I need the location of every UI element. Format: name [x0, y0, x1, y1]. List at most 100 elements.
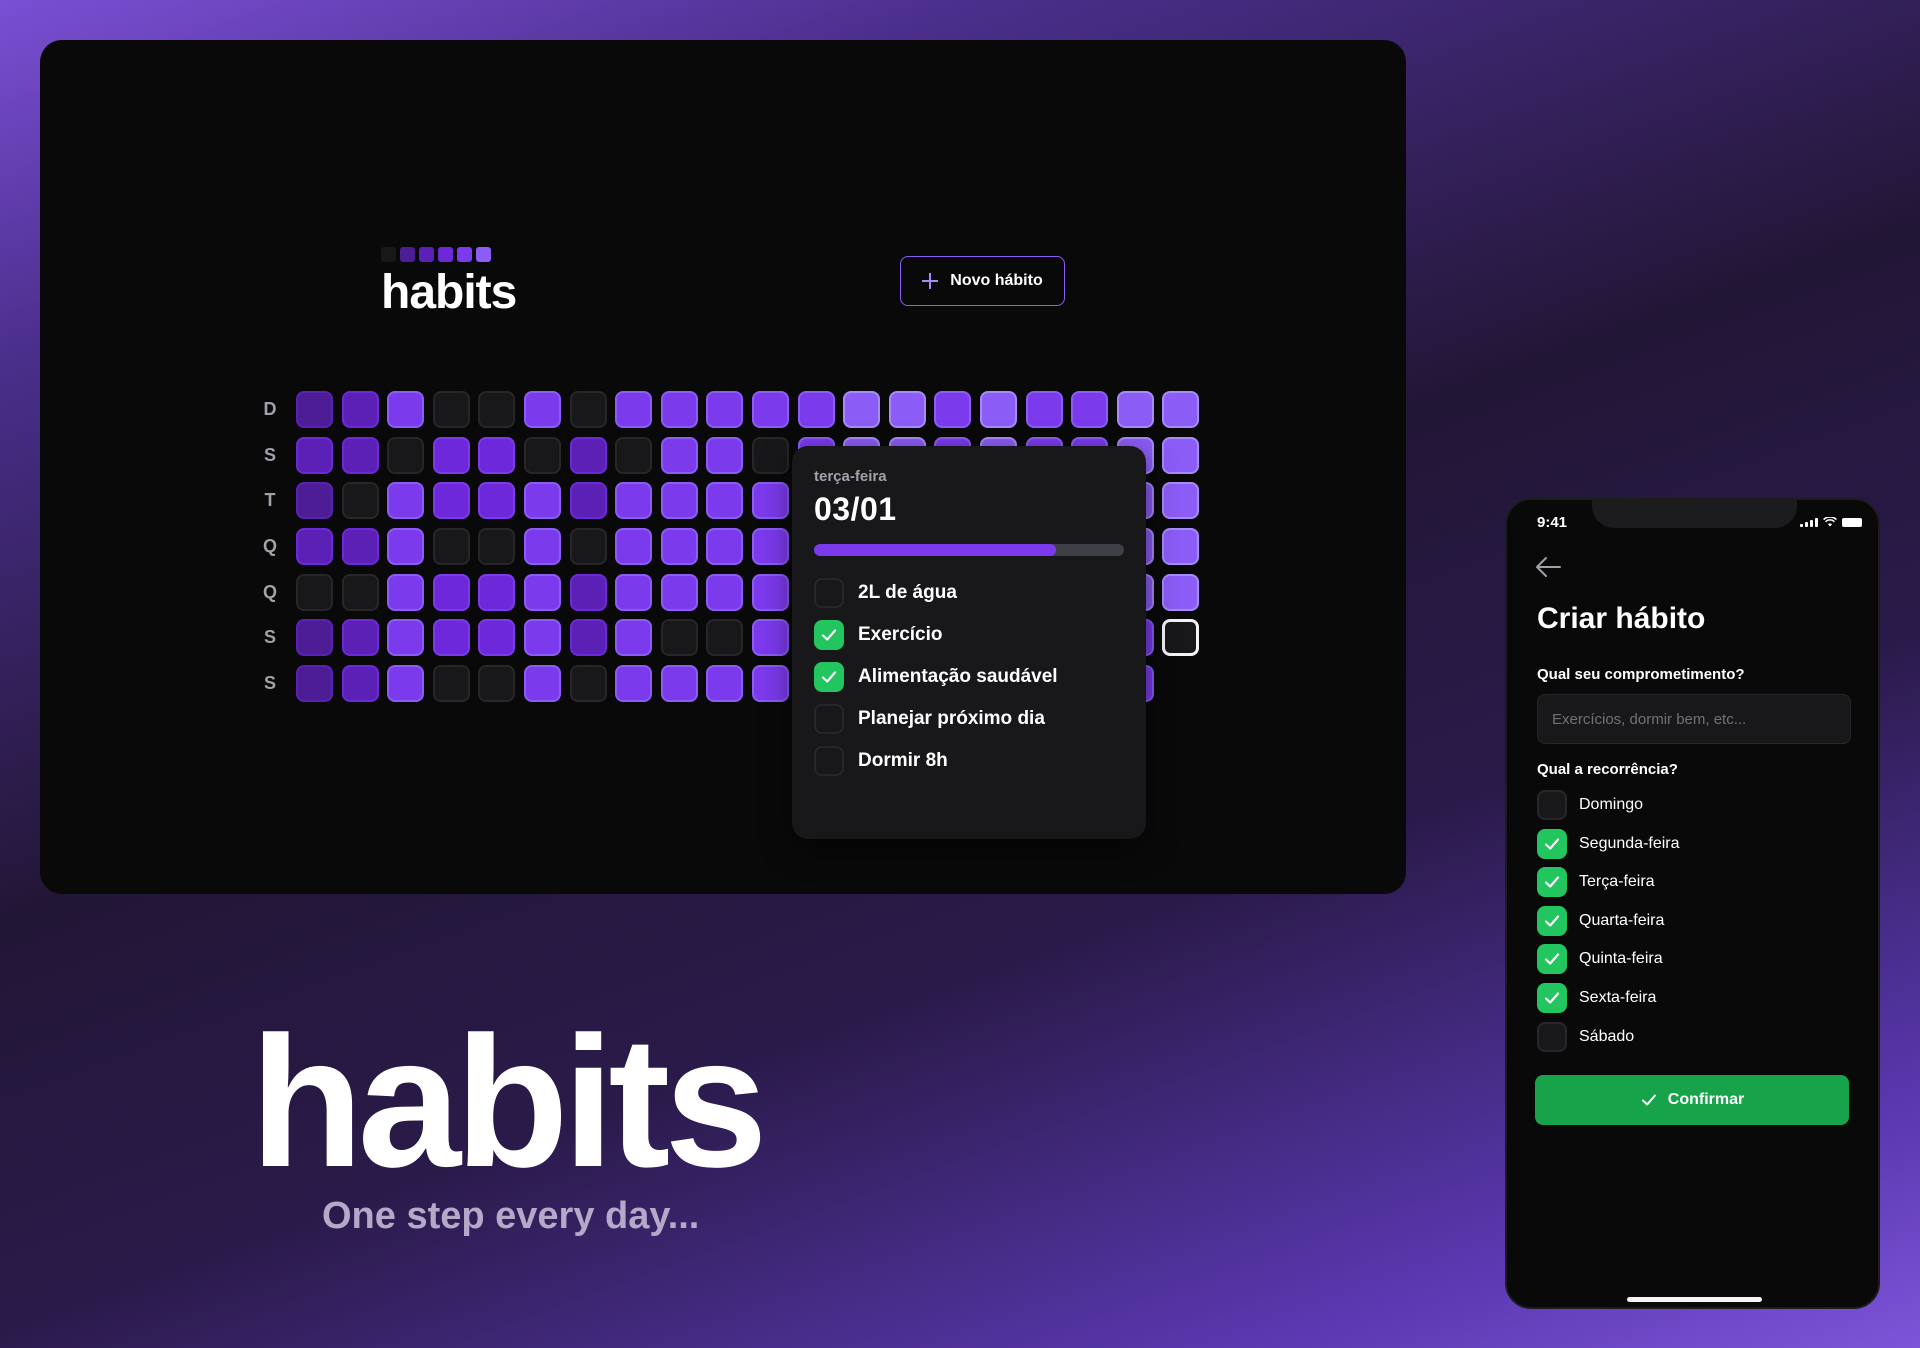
- day-cell[interactable]: [432, 391, 470, 428]
- recurrence-day-item[interactable]: Segunda-feira: [1537, 828, 1680, 859]
- day-cell[interactable]: [478, 436, 516, 474]
- day-cell[interactable]: [387, 665, 425, 703]
- day-cell[interactable]: [387, 573, 425, 611]
- commitment-input[interactable]: [1537, 694, 1851, 744]
- day-cell[interactable]: [1025, 391, 1063, 428]
- day-cell[interactable]: [341, 436, 379, 474]
- new-habit-button[interactable]: Novo hábito: [900, 256, 1065, 306]
- day-cell[interactable]: [478, 528, 516, 566]
- day-cell[interactable]: [569, 665, 607, 703]
- recurrence-day-item[interactable]: Sábado: [1537, 1021, 1680, 1052]
- day-cell[interactable]: [660, 391, 698, 428]
- popover-habit-item[interactable]: 2L de água: [814, 578, 1124, 608]
- day-cell[interactable]: [1162, 619, 1200, 657]
- day-cell[interactable]: [660, 619, 698, 657]
- day-cell[interactable]: [569, 391, 607, 428]
- day-cell[interactable]: [706, 619, 744, 657]
- day-cell[interactable]: [751, 573, 789, 611]
- day-cell[interactable]: [296, 665, 333, 703]
- day-cell[interactable]: [751, 528, 789, 566]
- day-cell[interactable]: [706, 436, 744, 474]
- day-cell[interactable]: [432, 436, 470, 474]
- confirm-button[interactable]: Confirmar: [1535, 1075, 1849, 1125]
- day-cell[interactable]: [660, 665, 698, 703]
- day-cell[interactable]: [751, 665, 789, 703]
- day-cell[interactable]: [341, 665, 379, 703]
- day-cell[interactable]: [1162, 573, 1200, 611]
- day-cell[interactable]: [341, 528, 379, 566]
- day-cell[interactable]: [660, 573, 698, 611]
- day-cell[interactable]: [1071, 391, 1109, 428]
- day-cell[interactable]: [432, 665, 470, 703]
- day-cell[interactable]: [523, 528, 561, 566]
- day-cell[interactable]: [569, 619, 607, 657]
- day-cell[interactable]: [706, 482, 744, 520]
- popover-habit-item[interactable]: Planejar próximo dia: [814, 704, 1124, 734]
- day-cell[interactable]: [569, 482, 607, 520]
- day-cell[interactable]: [296, 619, 333, 657]
- day-cell[interactable]: [797, 391, 835, 428]
- day-checkbox[interactable]: [1537, 905, 1567, 936]
- day-cell[interactable]: [751, 619, 789, 657]
- day-cell[interactable]: [523, 436, 561, 474]
- day-cell[interactable]: [615, 528, 653, 566]
- day-cell[interactable]: [296, 573, 333, 611]
- day-cell[interactable]: [523, 619, 561, 657]
- day-cell[interactable]: [979, 391, 1017, 428]
- recurrence-day-item[interactable]: Terça-feira: [1537, 867, 1680, 898]
- day-cell[interactable]: [751, 482, 789, 520]
- day-cell[interactable]: [296, 391, 333, 428]
- day-cell[interactable]: [296, 528, 333, 566]
- day-checkbox[interactable]: [1537, 982, 1567, 1013]
- popover-habit-item[interactable]: Exercício: [814, 620, 1124, 650]
- popover-habit-item[interactable]: Dormir 8h: [814, 746, 1124, 776]
- day-cell[interactable]: [706, 528, 744, 566]
- day-checkbox[interactable]: [1537, 828, 1567, 859]
- day-cell[interactable]: [478, 573, 516, 611]
- habit-checkbox[interactable]: [814, 704, 844, 734]
- day-cell[interactable]: [523, 665, 561, 703]
- day-cell[interactable]: [751, 436, 789, 474]
- day-cell[interactable]: [1162, 482, 1200, 520]
- day-cell[interactable]: [615, 665, 653, 703]
- popover-habit-item[interactable]: Alimentação saudável: [814, 662, 1124, 692]
- day-checkbox[interactable]: [1537, 867, 1567, 898]
- day-cell[interactable]: [934, 391, 972, 428]
- day-cell[interactable]: [478, 482, 516, 520]
- day-cell[interactable]: [432, 619, 470, 657]
- day-cell[interactable]: [341, 482, 379, 520]
- day-cell[interactable]: [706, 665, 744, 703]
- day-cell[interactable]: [1162, 391, 1200, 428]
- day-cell[interactable]: [615, 619, 653, 657]
- day-cell[interactable]: [660, 482, 698, 520]
- day-cell[interactable]: [478, 391, 516, 428]
- day-cell[interactable]: [888, 391, 926, 428]
- day-cell[interactable]: [1162, 528, 1200, 566]
- day-cell[interactable]: [751, 391, 789, 428]
- day-cell[interactable]: [569, 573, 607, 611]
- back-arrow-icon[interactable]: [1535, 556, 1561, 578]
- habit-checkbox[interactable]: [814, 578, 844, 608]
- day-cell[interactable]: [615, 482, 653, 520]
- day-cell[interactable]: [387, 436, 425, 474]
- day-cell[interactable]: [432, 528, 470, 566]
- day-cell[interactable]: [615, 436, 653, 474]
- day-cell[interactable]: [341, 573, 379, 611]
- day-cell[interactable]: [615, 573, 653, 611]
- day-cell[interactable]: [706, 573, 744, 611]
- day-cell[interactable]: [569, 528, 607, 566]
- habit-checkbox[interactable]: [814, 620, 844, 650]
- day-cell[interactable]: [432, 482, 470, 520]
- day-cell[interactable]: [478, 619, 516, 657]
- day-cell[interactable]: [432, 573, 470, 611]
- day-cell[interactable]: [523, 573, 561, 611]
- recurrence-day-item[interactable]: Domingo: [1537, 790, 1680, 820]
- day-cell[interactable]: [660, 436, 698, 474]
- habit-checkbox[interactable]: [814, 662, 844, 692]
- day-cell[interactable]: [1116, 391, 1154, 428]
- day-cell[interactable]: [296, 436, 333, 474]
- day-cell[interactable]: [387, 482, 425, 520]
- recurrence-day-item[interactable]: Quinta-feira: [1537, 944, 1680, 975]
- day-cell[interactable]: [523, 482, 561, 520]
- day-cell[interactable]: [660, 528, 698, 566]
